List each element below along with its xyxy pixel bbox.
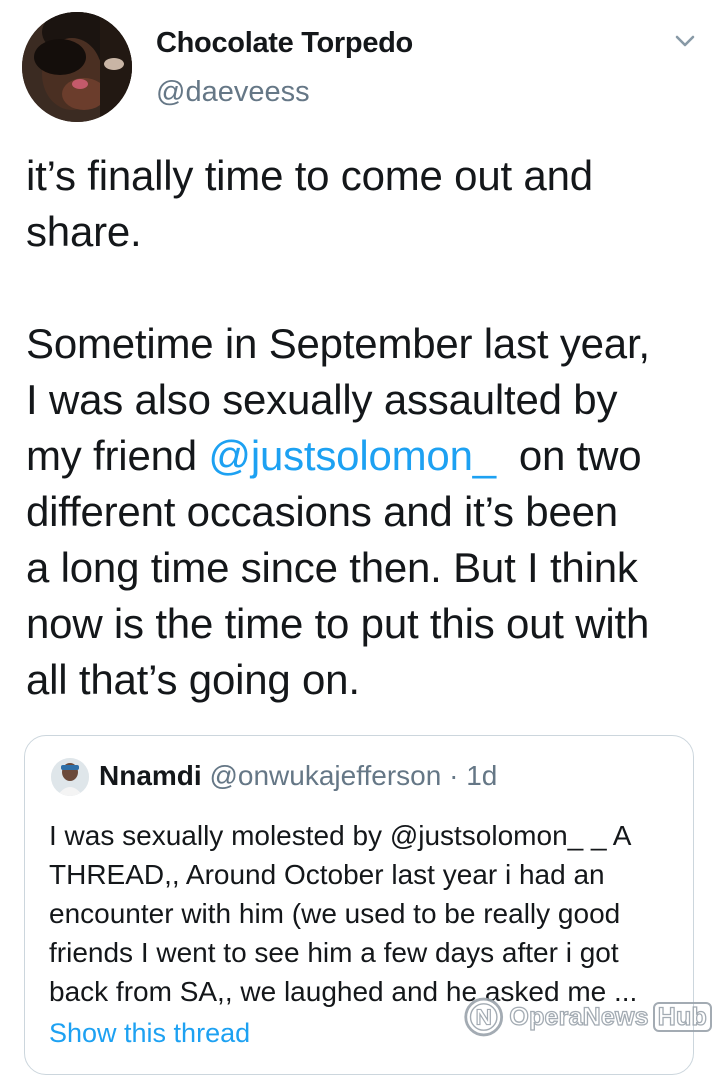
- watermark-text: OperaNews: [509, 1002, 649, 1031]
- tweet-line: on two: [507, 432, 642, 479]
- author-display-name[interactable]: Chocolate Torpedo: [156, 27, 413, 60]
- tweet-text: it’s finally time to come out and share.…: [26, 148, 706, 708]
- quoted-text-line: encounter with him (we used to be really…: [49, 898, 621, 929]
- tweet-line: share.: [26, 208, 142, 255]
- tweet-line: I was also sexually assaulted by: [26, 376, 618, 423]
- chevron-down-icon[interactable]: [672, 28, 698, 54]
- quoted-tweet-text: I was sexually molested by @justsolomon_…: [49, 816, 679, 1011]
- quoted-text-line: I was sexually molested by @justsolomon_…: [49, 820, 632, 851]
- quoted-author-handle[interactable]: @onwukajefferson: [209, 760, 441, 791]
- avatar-photo: [22, 12, 132, 122]
- tweet-line: all that’s going on.: [26, 656, 360, 703]
- watermark-hub: Hub: [652, 1002, 712, 1032]
- quoted-text-line: friends I went to see him a few days aft…: [49, 937, 619, 968]
- quoted-author-name[interactable]: Nnamdi: [99, 760, 202, 791]
- quoted-tweet-header: Nnamdi @onwukajefferson · 1d: [99, 760, 497, 792]
- tweet-line: a long time since then. But I think: [26, 544, 638, 591]
- show-thread-link[interactable]: Show this thread: [49, 1018, 250, 1049]
- separator-dot: ·: [449, 760, 459, 791]
- tweet-line: Sometime in September last year,: [26, 320, 650, 367]
- opera-news-logo-icon: [464, 997, 504, 1037]
- quoted-tweet-time[interactable]: 1d: [466, 760, 497, 791]
- quoted-avatar-photo: [51, 758, 89, 796]
- tweet-line: now is the time to put this out with: [26, 600, 650, 647]
- tweet-line: my friend: [26, 432, 209, 479]
- quoted-author-avatar[interactable]: [51, 758, 89, 796]
- mention-link[interactable]: @justsolomon_: [208, 432, 496, 479]
- author-handle[interactable]: @daeveess: [156, 76, 310, 109]
- author-avatar[interactable]: [22, 12, 132, 122]
- tweet-line: different occasions and it’s been: [26, 488, 618, 535]
- tweet-line: it’s finally time to come out and: [26, 152, 593, 199]
- quoted-text-line: THREAD,, Around October last year i had …: [49, 859, 605, 890]
- opera-news-watermark: OperaNews Hub: [462, 994, 712, 1040]
